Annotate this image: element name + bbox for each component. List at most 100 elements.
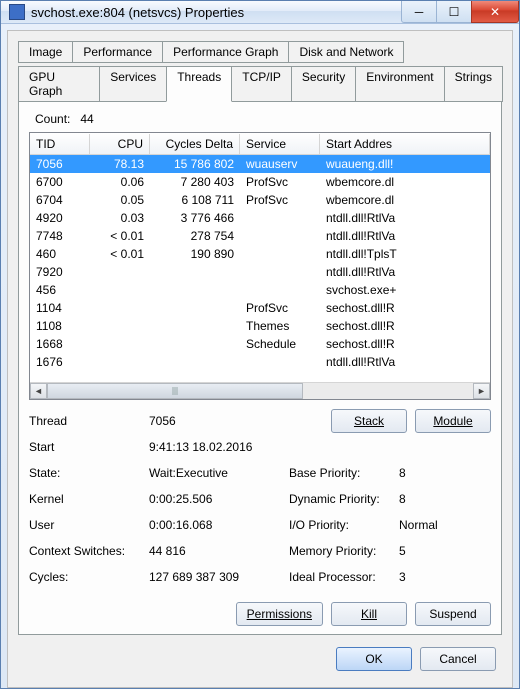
close-button[interactable]: ✕ <box>471 1 519 23</box>
scroll-left-icon[interactable]: ◄ <box>30 383 47 399</box>
cell-service: ProfSvc <box>240 174 320 190</box>
table-row[interactable]: 456svchost.exe+ <box>30 281 490 299</box>
app-icon <box>9 4 25 20</box>
tab-panel-threads: Count: 44 TID CPU Cycles Delta Service S… <box>18 101 502 635</box>
cell-cpu: 78.13 <box>90 156 150 172</box>
cell-service <box>240 271 320 273</box>
cell-cycles: 6 108 711 <box>150 192 240 208</box>
table-row[interactable]: 460< 0.01190 890ntdll.dll!TplsT <box>30 245 490 263</box>
cell-service: Schedule <box>240 336 320 352</box>
col-cpu[interactable]: CPU <box>90 134 150 154</box>
tab-gpu-graph[interactable]: GPU Graph <box>18 66 100 102</box>
scroll-track[interactable] <box>47 383 473 399</box>
tab-threads[interactable]: Threads <box>166 66 232 102</box>
cell-start-address: ntdll.dll!RtlVa <box>320 264 490 280</box>
context-switches-label: Context Switches: <box>29 544 149 558</box>
table-row[interactable]: 67000.067 280 403ProfSvcwbemcore.dl <box>30 173 490 191</box>
tab-row-1: Image Performance Performance Graph Disk… <box>14 37 506 63</box>
cell-service: wuauserv <box>240 156 320 172</box>
cell-tid: 456 <box>30 282 90 298</box>
table-row[interactable]: 7920 ntdll.dll!RtlVa <box>30 263 490 281</box>
cell-start-address: wbemcore.dl <box>320 192 490 208</box>
cell-tid: 7748 <box>30 228 90 244</box>
titlebar: svchost.exe:804 (netsvcs) Properties ─ ☐… <box>1 1 519 24</box>
cell-service <box>240 217 320 219</box>
cell-tid: 4920 <box>30 210 90 226</box>
horizontal-scrollbar[interactable]: ◄ ► <box>30 382 490 399</box>
cell-cycles <box>150 271 240 273</box>
properties-dialog: svchost.exe:804 (netsvcs) Properties ─ ☐… <box>0 0 520 689</box>
thread-details: Thread 7056 Stack Module Start 9:41:13 1… <box>29 410 491 626</box>
cell-start-address: ntdll.dll!RtlVa <box>320 228 490 244</box>
cell-cpu <box>90 289 150 291</box>
col-tid[interactable]: TID <box>30 134 90 154</box>
cell-cycles: 3 776 466 <box>150 210 240 226</box>
table-row[interactable]: 7748< 0.01278 754ntdll.dll!RtlVa <box>30 227 490 245</box>
cell-cpu: 0.03 <box>90 210 150 226</box>
cell-cpu <box>90 343 150 345</box>
cell-service <box>240 235 320 237</box>
base-priority-value: 8 <box>399 466 459 480</box>
cell-service: ProfSvc <box>240 192 320 208</box>
state-value: Wait:Executive <box>149 466 289 480</box>
table-row[interactable]: 705678.1315 786 802wuauservwuaueng.dll! <box>30 155 490 173</box>
cell-cpu: 0.06 <box>90 174 150 190</box>
suspend-button[interactable]: Suspend <box>415 602 491 626</box>
tab-performance[interactable]: Performance <box>72 41 163 63</box>
tab-row-2: GPU Graph Services Threads TCP/IP Securi… <box>14 62 506 102</box>
cell-tid: 1668 <box>30 336 90 352</box>
scroll-thumb[interactable] <box>47 383 303 399</box>
cell-cpu <box>90 271 150 273</box>
cell-tid: 1108 <box>30 318 90 334</box>
dialog-footer: OK Cancel <box>14 639 506 681</box>
col-cycles[interactable]: Cycles Delta <box>150 134 240 154</box>
minimize-button[interactable]: ─ <box>401 1 437 23</box>
col-service[interactable]: Service <box>240 134 320 154</box>
cell-cpu <box>90 361 150 363</box>
table-row[interactable]: 1676ntdll.dll!RtlVa <box>30 353 490 371</box>
ideal-processor-label: Ideal Processor: <box>289 570 399 584</box>
stack-button[interactable]: Stack <box>331 409 407 433</box>
threads-listview[interactable]: TID CPU Cycles Delta Service Start Addre… <box>29 132 491 400</box>
permissions-button[interactable]: Permissions <box>236 602 323 626</box>
cell-service <box>240 289 320 291</box>
cell-tid: 1676 <box>30 354 90 370</box>
start-value: 9:41:13 18.02.2016 <box>149 440 349 454</box>
scroll-right-icon[interactable]: ► <box>473 383 490 399</box>
cell-start-address: sechost.dll!R <box>320 336 490 352</box>
cancel-button[interactable]: Cancel <box>420 647 496 671</box>
tab-services[interactable]: Services <box>99 66 167 102</box>
tab-security[interactable]: Security <box>291 66 356 102</box>
col-start-address[interactable]: Start Addres <box>320 134 490 154</box>
table-row[interactable]: 1104ProfSvcsechost.dll!R <box>30 299 490 317</box>
tab-strings[interactable]: Strings <box>444 66 503 102</box>
cell-start-address: sechost.dll!R <box>320 318 490 334</box>
cell-cpu <box>90 307 150 309</box>
thread-count: Count: 44 <box>35 112 491 126</box>
tab-tcpip[interactable]: TCP/IP <box>231 66 292 102</box>
cell-cycles: 278 754 <box>150 228 240 244</box>
tab-environment[interactable]: Environment <box>355 66 444 102</box>
dynamic-priority-label: Dynamic Priority: <box>289 492 399 506</box>
table-row[interactable]: 67040.056 108 711ProfSvcwbemcore.dl <box>30 191 490 209</box>
tab-performance-graph[interactable]: Performance Graph <box>162 41 289 63</box>
table-row[interactable]: 1668 Schedulesechost.dll!R <box>30 335 490 353</box>
cell-cpu <box>90 325 150 327</box>
table-row[interactable]: 1108Themessechost.dll!R <box>30 317 490 335</box>
dynamic-priority-value: 8 <box>399 492 459 506</box>
cell-cpu: 0.05 <box>90 192 150 208</box>
ok-button[interactable]: OK <box>336 647 412 671</box>
cell-start-address: ntdll.dll!TplsT <box>320 246 490 262</box>
table-row[interactable]: 49200.033 776 466ntdll.dll!RtlVa <box>30 209 490 227</box>
cell-tid: 7056 <box>30 156 90 172</box>
tab-image[interactable]: Image <box>18 41 73 63</box>
cell-start-address: wuaueng.dll! <box>320 156 490 172</box>
cell-cycles: 7 280 403 <box>150 174 240 190</box>
kill-button[interactable]: Kill <box>331 602 407 626</box>
module-button[interactable]: Module <box>415 409 491 433</box>
maximize-button[interactable]: ☐ <box>436 1 472 23</box>
tab-disk-network[interactable]: Disk and Network <box>288 41 404 63</box>
cell-tid: 7920 <box>30 264 90 280</box>
cell-cycles <box>150 343 240 345</box>
window-buttons: ─ ☐ ✕ <box>402 1 519 23</box>
